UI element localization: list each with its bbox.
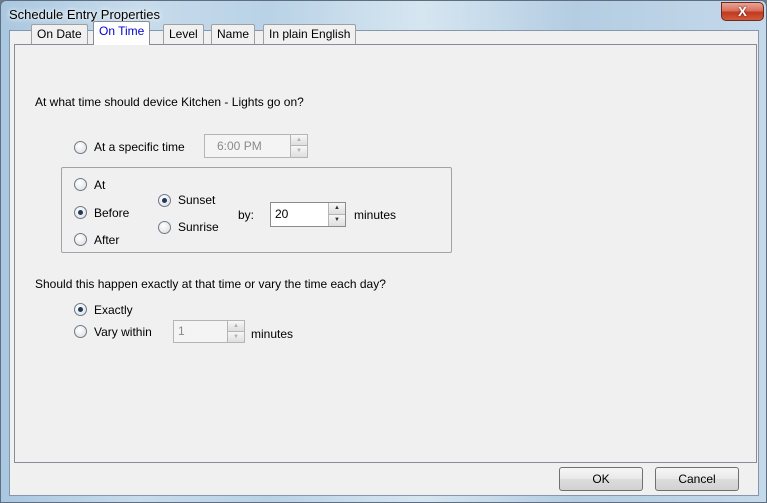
offset-minutes-label: minutes [354,208,397,222]
tab-on-date[interactable]: On Date [31,24,88,44]
by-label: by: [238,208,255,222]
time-question: At what time should device Kitchen - Lig… [35,95,304,109]
vary-minutes-value: 1 [178,324,185,338]
specific-time-radio[interactable] [74,141,87,154]
spin-down-icon: ▼ [228,331,244,342]
before-label: Before [94,206,130,220]
sunrise-label: Sunrise [178,220,219,234]
spin-up-icon: ▲ [228,321,244,332]
offset-minutes-value[interactable]: 20 [275,207,288,221]
sunrise-radio[interactable] [158,221,171,234]
spin-down-icon[interactable]: ▼ [329,214,345,226]
specific-time-label: At a specific time [94,140,185,154]
after-radio[interactable] [74,233,87,246]
vary-minutes-spin-buttons: ▲ ▼ [227,321,244,342]
specific-time-value: 6:00 PM [217,139,262,153]
vary-minutes-spinner: 1 ▲ ▼ [173,320,245,343]
tab-in-plain-english[interactable]: In plain English [263,24,357,44]
variation-question: Should this happen exactly at that time … [35,277,386,291]
sunset-label: Sunset [178,193,216,207]
vary-minutes-label: minutes [251,327,294,341]
cancel-button[interactable]: Cancel [655,467,739,491]
offset-minutes-spin-buttons[interactable]: ▲ ▼ [328,203,345,226]
tab-level[interactable]: Level [163,24,204,44]
spin-down-icon: ▼ [291,146,307,157]
close-icon: X [738,4,747,19]
specific-time-spinner: 6:00 PM ▲ ▼ [204,134,308,158]
sunset-radio[interactable] [158,194,171,207]
exactly-label: Exactly [94,303,133,317]
vary-within-label: Vary within [94,325,152,339]
exactly-radio[interactable] [74,303,87,316]
after-label: After [94,233,120,247]
tab-on-time[interactable]: On Time [93,21,151,45]
window-title: Schedule Entry Properties [9,7,161,22]
offset-minutes-spinner[interactable]: 20 ▲ ▼ [270,202,346,227]
at-radio[interactable] [74,178,87,191]
spin-up-icon[interactable]: ▲ [329,203,345,215]
specific-time-spin-buttons: ▲ ▼ [290,135,307,157]
at-label: At [94,178,106,192]
dialog-window: Schedule Entry Properties X On Date On T… [0,0,767,503]
vary-within-radio[interactable] [74,325,87,338]
tab-name[interactable]: Name [211,24,256,44]
close-button[interactable]: X [721,2,764,21]
before-radio[interactable] [74,206,87,219]
spin-up-icon: ▲ [291,135,307,146]
ok-button[interactable]: OK [559,467,643,491]
